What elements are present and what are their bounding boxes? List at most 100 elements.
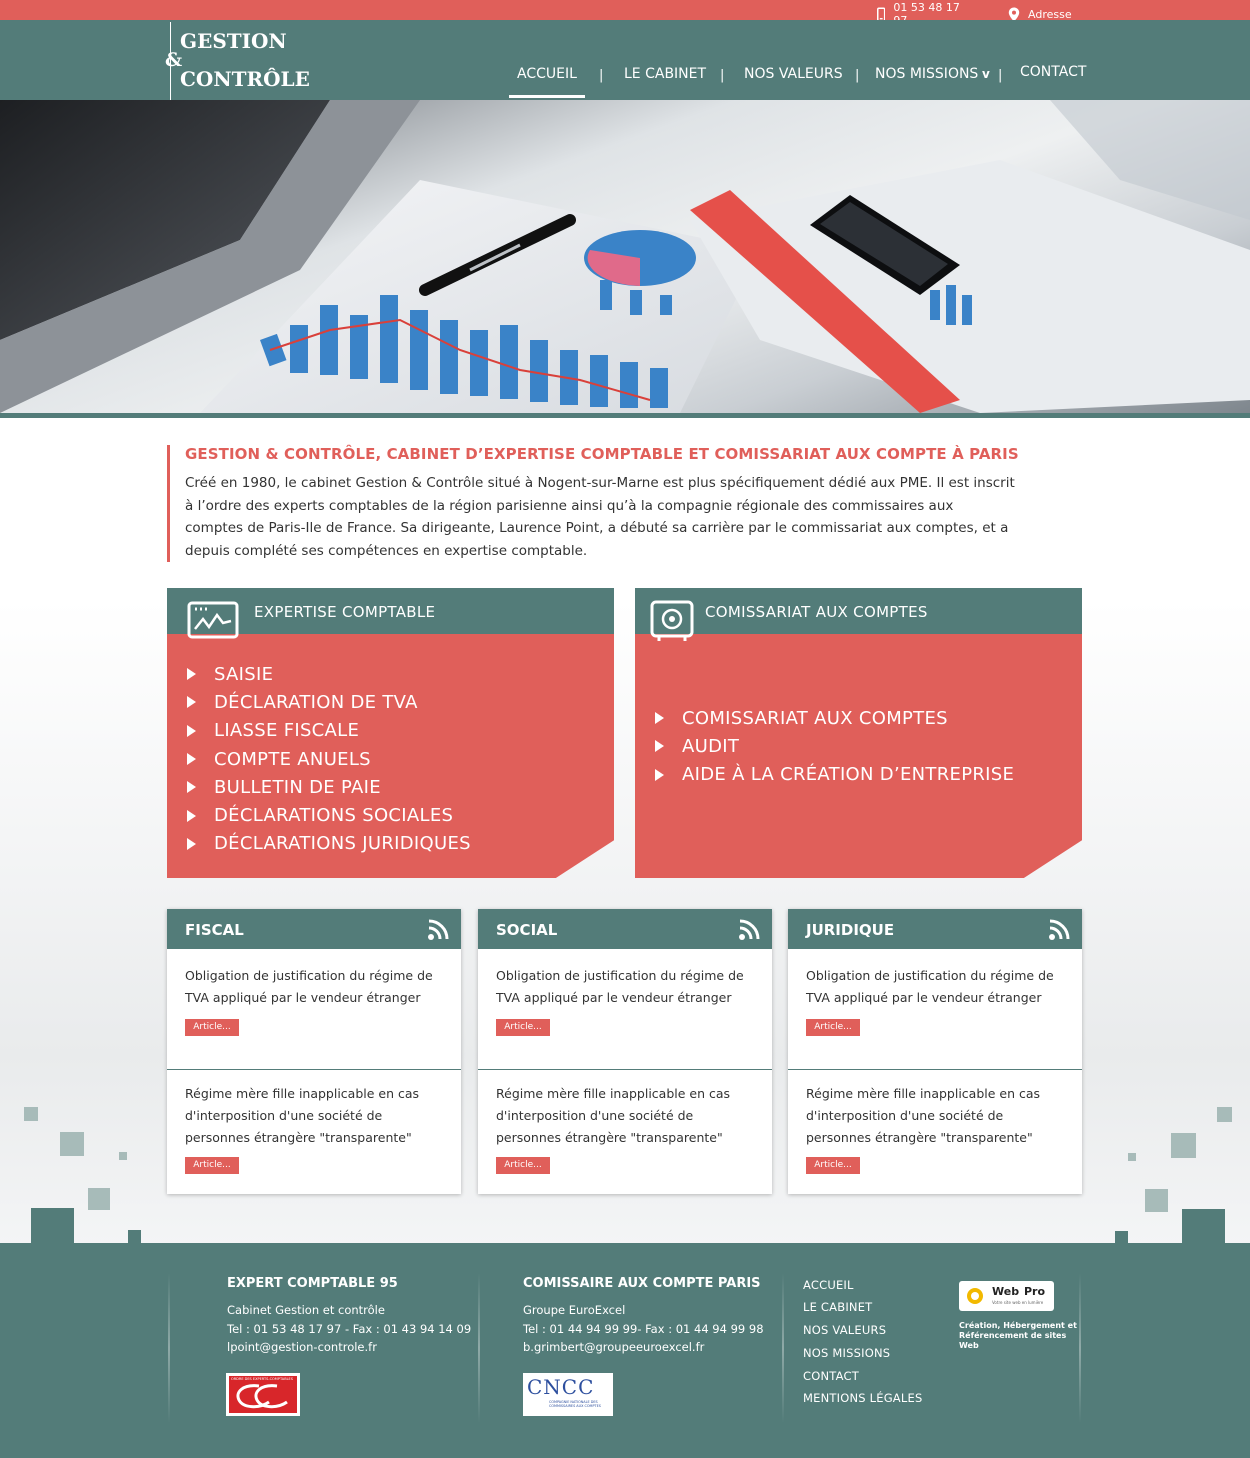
play-bullet-icon (187, 668, 196, 681)
footer-col1-email[interactable]: lpoint@gestion-controle.fr (227, 1340, 377, 1354)
service-item[interactable]: DÉCLARATIONS JURIDIQUES (187, 830, 471, 858)
decor-square (31, 1208, 74, 1244)
footer-link-contact[interactable]: CONTACT (803, 1369, 859, 1383)
footer-link-nos-missions[interactable]: NOS MISSIONS (803, 1346, 890, 1360)
play-bullet-icon (655, 768, 664, 781)
nav-separator: | (855, 68, 860, 83)
webpro-badge[interactable]: Web Pro Votre site web en lumière (959, 1281, 1054, 1311)
news-article-text: Régime mère fille inapplicable en cas d'… (496, 1086, 731, 1145)
service-item-label: AIDE À LA CRÉATION D’ENTREPRISE (682, 764, 1015, 786)
service-item[interactable]: COMPTE ANUELS (187, 745, 471, 773)
play-bullet-icon (187, 724, 196, 737)
intro-section: GESTION & CONTRÔLE, CABINET D’EXPERTISE … (167, 445, 1027, 562)
webpro-brand2: Pro (1024, 1285, 1046, 1298)
service-commissariat-header: COMISSARIAT AUX COMPTES (635, 588, 1082, 641)
news-article-text: Obligation de justification du régime de… (185, 968, 433, 1005)
nav-active-indicator (509, 95, 585, 98)
play-bullet-icon (187, 837, 196, 850)
news-article-text: Obligation de justification du régime de… (496, 968, 744, 1005)
card-divider (478, 1069, 772, 1070)
site-footer: EXPERT COMPTABLE 95 Cabinet Gestion et c… (0, 1243, 1250, 1458)
rss-icon[interactable] (738, 919, 760, 941)
service-item-label: BULLETIN DE PAIE (214, 776, 381, 798)
footer-separator (168, 1273, 170, 1423)
cncc-logo-text: CNCC (527, 1375, 595, 1399)
footer-link-accueil[interactable]: ACCUEIL (803, 1278, 854, 1292)
decor-square (1182, 1209, 1225, 1244)
nav-nos-missions[interactable]: NOS MISSIONS (875, 66, 978, 82)
service-item[interactable]: LIASSE FISCALE (187, 717, 471, 745)
service-item-label: AUDIT (682, 735, 740, 757)
logo-line2: CONTRÔLE (180, 67, 310, 91)
nav-nos-valeurs[interactable]: NOS VALEURS (744, 66, 843, 82)
news-card-title: SOCIAL (496, 921, 558, 939)
experts-comptables-logo[interactable]: ORDRE DES EXPERTS-COMPTABLES (226, 1373, 300, 1416)
article-button[interactable]: Article... (496, 1157, 550, 1174)
hero-illustration (0, 100, 1250, 413)
article-button[interactable]: Article... (496, 1019, 550, 1036)
decor-square (1128, 1153, 1136, 1161)
nav-le-cabinet[interactable]: LE CABINET (624, 66, 706, 82)
service-commissariat-list: COMISSARIAT AUX COMPTES AUDIT AIDE À LA … (655, 704, 1014, 789)
play-bullet-icon (187, 809, 196, 822)
news-article-text: Obligation de justification du régime de… (806, 968, 1054, 1005)
decor-square (24, 1107, 38, 1121)
service-expertise-list: SAISIE DÉCLARATION DE TVA LIASSE FISCALE… (187, 660, 471, 858)
footer-separator (782, 1273, 784, 1423)
service-item[interactable]: BULLETIN DE PAIE (187, 773, 471, 801)
decor-square (88, 1188, 110, 1210)
footer-col2-title: COMISSAIRE AUX COMPTE PARIS (523, 1276, 761, 1291)
article-button[interactable]: Article... (806, 1157, 860, 1174)
service-item[interactable]: SAISIE (187, 660, 471, 688)
article-button[interactable]: Article... (185, 1157, 239, 1174)
hero-bottom-strip (0, 413, 1250, 418)
service-item[interactable]: AUDIT (655, 732, 1014, 760)
webpro-brand: Web (992, 1285, 1020, 1298)
footer-link-mentions-legales[interactable]: MENTIONS LÉGALES (803, 1391, 922, 1405)
cncc-logo[interactable]: CNCC COMPAGNIE NATIONALE DES COMMISSAIRE… (523, 1373, 613, 1416)
footer-col2-email[interactable]: b.grimbert@groupeeuroexcel.fr (523, 1340, 704, 1354)
nav-separator: | (599, 68, 604, 83)
play-bullet-icon (187, 781, 196, 794)
decor-square (1145, 1189, 1168, 1212)
service-item[interactable]: COMISSARIAT AUX COMPTES (655, 704, 1014, 732)
experts-comptables-logo-mark: ORDRE DES EXPERTS-COMPTABLES (229, 1376, 297, 1413)
service-item[interactable]: DÉCLARATION DE TVA (187, 688, 471, 716)
rss-icon[interactable] (1048, 919, 1070, 941)
footer-link-le-cabinet[interactable]: LE CABINET (803, 1300, 872, 1314)
nav-contact[interactable]: CONTACT (1020, 64, 1086, 80)
ec-logo-icon (236, 1384, 288, 1409)
decor-square (1217, 1107, 1232, 1122)
decor-square (60, 1132, 84, 1156)
bulb-icon (967, 1288, 983, 1304)
article-button[interactable]: Article... (806, 1019, 860, 1036)
news-card-title: FISCAL (185, 921, 244, 939)
news-card-header: SOCIAL (478, 909, 772, 949)
news-card-header: FISCAL (167, 909, 461, 949)
news-article-text: Régime mère fille inapplicable en cas d'… (806, 1086, 1041, 1145)
article-button[interactable]: Article... (185, 1019, 239, 1036)
footer-separator (1079, 1273, 1081, 1423)
card-divider (788, 1069, 1082, 1070)
chevron-down-icon[interactable]: v (982, 67, 990, 81)
play-bullet-icon (655, 712, 664, 725)
service-item[interactable]: AIDE À LA CRÉATION D’ENTREPRISE (655, 761, 1014, 789)
footer-separator (478, 1273, 480, 1423)
rss-icon[interactable] (427, 919, 449, 941)
card-divider (167, 1069, 461, 1070)
nav-accueil[interactable]: ACCUEIL (517, 66, 577, 82)
service-item-label: SAISIE (214, 663, 274, 685)
play-bullet-icon (655, 740, 664, 753)
service-expertise-box: EXPERTISE COMPTABLE SAISIE DÉCLARATION D… (167, 588, 614, 878)
play-bullet-icon (187, 696, 196, 709)
service-item-label: DÉCLARATIONS SOCIALES (214, 805, 454, 827)
decor-square (128, 1230, 141, 1244)
service-item-label: DÉCLARATION DE TVA (214, 691, 418, 713)
nav-separator: | (720, 68, 725, 83)
footer-col1-name: Cabinet Gestion et contrôle (227, 1303, 385, 1317)
news-card-header: JURIDIQUE (788, 909, 1082, 949)
footer-col1-phone: Tel : 01 53 48 17 97 - Fax : 01 43 94 14… (227, 1322, 472, 1336)
footer-link-nos-valeurs[interactable]: NOS VALEURS (803, 1323, 886, 1337)
service-item[interactable]: DÉCLARATIONS SOCIALES (187, 801, 471, 829)
intro-text: Créé en 1980, le cabinet Gestion & Contr… (185, 475, 1015, 559)
